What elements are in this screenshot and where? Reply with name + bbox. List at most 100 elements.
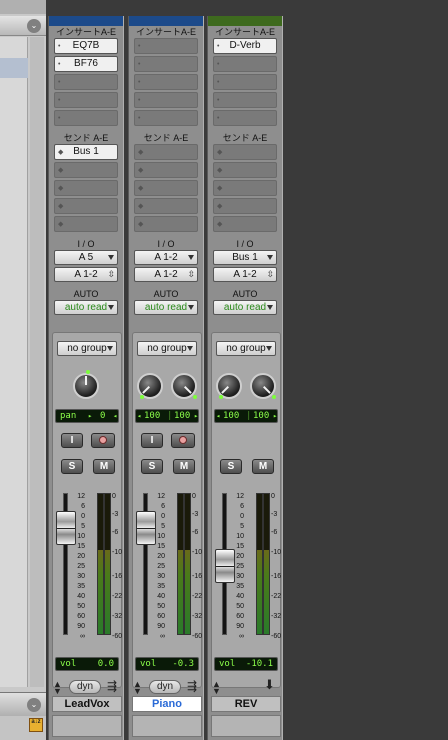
send-slot[interactable]: ◆ — [213, 162, 277, 178]
collapse-icon[interactable]: ⌄ — [27, 19, 41, 33]
insert-slot[interactable]: • — [213, 74, 277, 90]
send-arrow-icon: ◆ — [58, 149, 64, 156]
dyn-button[interactable]: dyn — [149, 680, 181, 694]
pan-right-knob[interactable] — [171, 373, 197, 399]
fader-scale-tick: 6 — [81, 503, 85, 510]
group-selector[interactable]: no group — [216, 341, 276, 356]
volume-label: vol — [60, 659, 77, 669]
pan-left-knob[interactable] — [137, 373, 163, 399]
dyn-button[interactable]: dyn — [69, 680, 101, 694]
down-arrow-icon[interactable]: ⬇ — [264, 678, 275, 692]
insert-slot[interactable]: • — [54, 92, 118, 108]
comments-field[interactable] — [132, 715, 202, 737]
send-slot[interactable]: ◆ — [54, 198, 118, 214]
nudge-up-down-icon[interactable]: ▲ ▼ — [53, 680, 62, 696]
send-slot[interactable]: ◆ — [213, 180, 277, 196]
volume-fader[interactable] — [136, 511, 156, 545]
track-name[interactable]: REV — [211, 696, 281, 712]
send-slot[interactable]: ◆ — [213, 198, 277, 214]
insert-slot[interactable]: • — [213, 56, 277, 72]
level-meter-left — [177, 493, 184, 635]
insert-slot[interactable]: • — [54, 110, 118, 126]
send-slot[interactable]: ◆ — [134, 144, 198, 160]
volume-fader[interactable] — [215, 549, 235, 583]
record-enable-button[interactable] — [171, 433, 195, 448]
volume-fader[interactable] — [56, 511, 76, 545]
automation-mode-selector[interactable]: auto read — [134, 300, 198, 315]
solo-button[interactable]: S — [220, 459, 242, 474]
send-slot[interactable]: ◆ — [134, 216, 198, 232]
dropdown-arrow-icon — [108, 305, 114, 310]
insert-slot[interactable]: • — [213, 92, 277, 108]
channel-strip-leadvox: インサートA-E • EQ7B • BF76 • • • センド A-E ◆ Bus 1 ◆ ◆ ◆ ◆ I … — [48, 16, 124, 740]
group-value: no group — [67, 343, 107, 354]
insert-slot[interactable]: • D-Verb — [213, 38, 277, 54]
insert-slot[interactable]: • — [134, 92, 198, 108]
mixer-arrow-icon[interactable]: ⇶ — [187, 680, 197, 692]
input-selector[interactable]: Bus 1 — [213, 250, 277, 265]
comments-field[interactable] — [52, 715, 122, 737]
output-selector[interactable]: A 1-2 ⇳ — [54, 267, 118, 282]
nudge-up-down-icon[interactable]: ▲ ▼ — [212, 680, 221, 696]
slot-dot-icon: • — [217, 97, 220, 104]
pan-knob[interactable] — [73, 370, 99, 399]
output-selector[interactable]: A 1-2 ⇳ — [213, 267, 277, 282]
comments-field[interactable] — [211, 715, 281, 737]
insert-slot[interactable]: • BF76 — [54, 56, 118, 72]
insert-slot[interactable]: • EQ7B — [54, 38, 118, 54]
group-selector[interactable]: no group — [57, 341, 117, 356]
solo-button[interactable]: S — [61, 459, 83, 474]
send-slot[interactable]: ◆ — [54, 162, 118, 178]
automation-mode-selector[interactable]: auto read — [54, 300, 118, 315]
pan-left-knob[interactable] — [216, 373, 242, 399]
fader-scale-tick: 35 — [236, 583, 244, 590]
solo-button[interactable]: S — [141, 459, 163, 474]
scrollbar[interactable] — [30, 37, 44, 687]
sends-label: センド A-E — [222, 133, 268, 143]
send-slot[interactable]: ◆ — [134, 198, 198, 214]
send-slot[interactable]: ◆ — [213, 144, 277, 160]
send-slot[interactable]: ◆ Bus 1 — [54, 144, 118, 160]
send-slot[interactable]: ◆ — [54, 216, 118, 232]
mixer-arrow-icon[interactable]: ⇶ — [107, 680, 117, 692]
pan-right-knob[interactable] — [250, 373, 276, 399]
fader-scale-tick: 35 — [157, 583, 165, 590]
group-selector[interactable]: no group — [137, 341, 197, 356]
mute-button[interactable]: M — [173, 459, 195, 474]
pan-label: pan — [60, 411, 77, 421]
send-slot[interactable]: ◆ — [134, 162, 198, 178]
nudge-up-down-icon[interactable]: ▲ ▼ — [133, 680, 142, 696]
automation-mode-selector[interactable]: auto read — [213, 300, 277, 315]
send-slot[interactable]: ◆ — [134, 180, 198, 196]
send-slot[interactable]: ◆ — [54, 180, 118, 196]
groups-menu-icon[interactable]: ⌄ — [27, 698, 41, 712]
track-name[interactable]: LeadVox — [52, 696, 122, 712]
send-slot[interactable]: ◆ — [213, 216, 277, 232]
fader-scale-tick: 60 — [157, 613, 165, 620]
slot-dot-icon: • — [217, 115, 220, 122]
insert-slot[interactable]: • — [134, 56, 198, 72]
record-enable-button[interactable] — [91, 433, 115, 448]
track-list[interactable] — [0, 37, 28, 687]
insert-slot[interactable]: • — [213, 110, 277, 126]
input-monitor-button[interactable]: I — [61, 433, 83, 448]
selected-track-row[interactable] — [0, 58, 28, 78]
insert-slot[interactable]: • — [134, 38, 198, 54]
meter-scale-tick: -3 — [112, 511, 119, 518]
input-monitor-button[interactable]: I — [141, 433, 163, 448]
meter-scale-tick: 0 — [112, 493, 116, 500]
track-color-bar — [129, 16, 203, 26]
sort-az-icon[interactable]: a↓z — [29, 718, 43, 732]
mute-button[interactable]: M — [252, 459, 274, 474]
level-meter-right — [104, 493, 111, 635]
insert-slot[interactable]: • — [54, 74, 118, 90]
input-selector[interactable]: A 5 — [54, 250, 118, 265]
mute-button[interactable]: M — [93, 459, 115, 474]
input-selector[interactable]: A 1-2 — [134, 250, 198, 265]
pan-right-value: 100 — [174, 411, 191, 421]
output-value: A 1-2 — [233, 269, 257, 280]
output-selector[interactable]: A 1-2 ⇳ — [134, 267, 198, 282]
track-name[interactable]: Piano — [132, 696, 202, 712]
insert-slot[interactable]: • — [134, 74, 198, 90]
insert-slot[interactable]: • — [134, 110, 198, 126]
